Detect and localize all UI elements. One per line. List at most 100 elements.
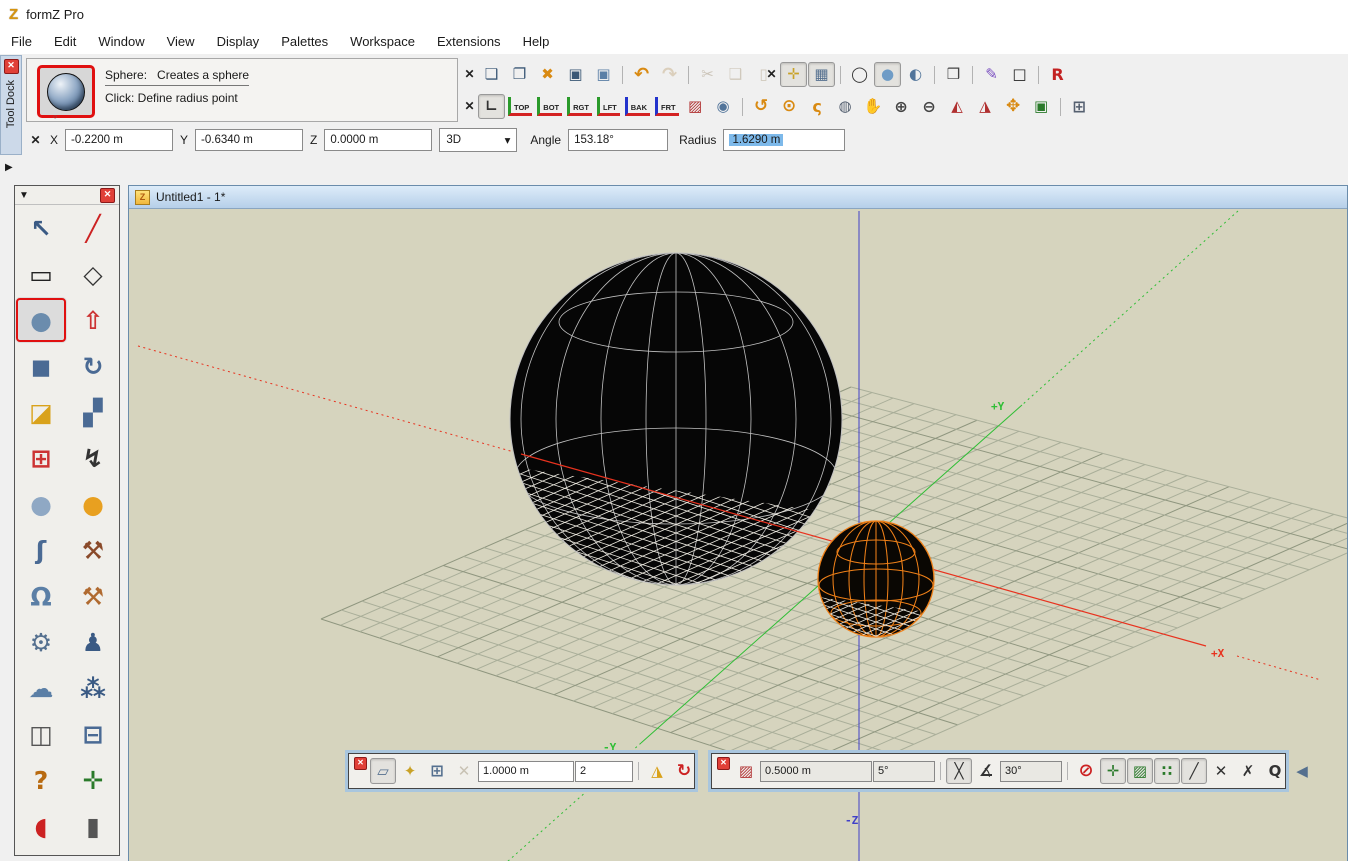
- spline-tool[interactable]: ʃ: [15, 527, 67, 573]
- dock-expand-icon[interactable]: ▶: [5, 162, 13, 173]
- rotation-snap-input[interactable]: 30°: [1000, 761, 1062, 782]
- wireframe-mode-icon[interactable]: ◯: [846, 62, 873, 87]
- pencil-style-icon[interactable]: ✎: [978, 62, 1005, 87]
- model-window-title-bar[interactable]: Z Untitled1 - 1*: [129, 186, 1347, 209]
- shaded-full-mode-icon[interactable]: ◐: [902, 62, 929, 87]
- close-reference-palette-button[interactable]: ✕: [354, 757, 367, 770]
- separate-blocks-tool[interactable]: ◫: [15, 711, 67, 757]
- view-bottom-button[interactable]: BOT: [537, 97, 562, 116]
- angle-measure-icon[interactable]: ∡: [973, 758, 999, 784]
- look-around-icon[interactable]: ⊙: [776, 94, 803, 119]
- draft-layout-icon[interactable]: ❒: [940, 62, 967, 87]
- close-view-toolbar-button[interactable]: ✕: [462, 99, 477, 114]
- align-blocks-tool[interactable]: ⊟: [67, 711, 119, 757]
- turntable-icon[interactable]: ◍: [832, 94, 859, 119]
- close-snap-palette-button[interactable]: ✕: [717, 757, 730, 770]
- snap-perpendicular-icon[interactable]: ✗: [1235, 758, 1261, 784]
- spiral-view-icon[interactable]: ς: [804, 94, 831, 119]
- extrude-tool[interactable]: ⇧: [67, 297, 119, 343]
- close-dock-button[interactable]: ✕: [4, 59, 19, 74]
- shaded-work-mode-icon[interactable]: ●: [874, 62, 901, 87]
- view-right-button[interactable]: RGT: [567, 97, 592, 116]
- active-sphere-tool-button[interactable]: [37, 65, 95, 118]
- snap-distance-input[interactable]: 0.5000 m: [760, 761, 872, 782]
- zoom-in-area-icon[interactable]: ◭: [944, 94, 971, 119]
- view-left-button[interactable]: LFT: [597, 97, 620, 116]
- sphere-tool[interactable]: ●: [15, 297, 67, 343]
- deform-curve-tool[interactable]: ⚒: [67, 527, 119, 573]
- pick-tool[interactable]: ↖: [15, 205, 67, 251]
- view-front-button[interactable]: FRT: [655, 97, 679, 116]
- cut-icon[interactable]: ✂: [694, 62, 721, 87]
- paint-bucket-tool[interactable]: ◖: [15, 803, 67, 849]
- open-recent-icon[interactable]: ❐: [506, 62, 533, 87]
- close-display-toolbar-button[interactable]: ✕: [764, 67, 779, 82]
- rotate-plane-icon[interactable]: ↻: [671, 758, 697, 784]
- menu-item-help[interactable]: Help: [512, 34, 561, 49]
- vector-line-tool[interactable]: ╱: [67, 205, 119, 251]
- save-as-icon[interactable]: ▣: [590, 62, 617, 87]
- cone-snap-icon[interactable]: ◮: [644, 758, 670, 784]
- snap-segment-icon[interactable]: ╱: [1181, 758, 1207, 784]
- hidden-line-icon[interactable]: □: [1006, 62, 1033, 87]
- zoom-frame-icon[interactable]: ▣: [1028, 94, 1055, 119]
- pan-hand-icon[interactable]: ✋: [860, 94, 887, 119]
- snap-tangent-icon[interactable]: Q: [1262, 758, 1288, 784]
- menu-item-window[interactable]: Window: [87, 34, 155, 49]
- snap-node-icon[interactable]: ╳: [946, 758, 972, 784]
- redo-icon[interactable]: ↷: [656, 62, 683, 87]
- revolve-tool[interactable]: ↻: [67, 343, 119, 389]
- menu-item-view[interactable]: View: [156, 34, 206, 49]
- menu-item-workspace[interactable]: Workspace: [339, 34, 426, 49]
- z-coordinate-input[interactable]: 0.0000 m: [324, 129, 432, 151]
- orbit-icon[interactable]: ↺: [748, 94, 775, 119]
- menu-item-display[interactable]: Display: [206, 34, 271, 49]
- close-project-icon[interactable]: ✖: [534, 62, 561, 87]
- lathe-vase-tool[interactable]: Ω: [15, 573, 67, 619]
- rectangle-tool[interactable]: ▭: [15, 251, 67, 297]
- menu-item-file[interactable]: File: [0, 34, 43, 49]
- snap-intersection-icon[interactable]: ✕: [1208, 758, 1234, 784]
- zoom-out-icon[interactable]: ⊖: [916, 94, 943, 119]
- radius-input[interactable]: 1.6290 m: [723, 129, 845, 151]
- open-project-icon[interactable]: ❏: [478, 62, 505, 87]
- person-scale-tool[interactable]: ♟: [67, 619, 119, 665]
- boolean-union-tool[interactable]: ☁: [15, 665, 67, 711]
- tool-option-dot[interactable]: ○: [53, 114, 57, 121]
- blob-tool[interactable]: ●: [67, 481, 119, 527]
- transform-axes-tool[interactable]: ✛: [67, 757, 119, 803]
- blade-icon[interactable]: ✕: [451, 758, 477, 784]
- tile-windows-icon[interactable]: ⊞: [1066, 94, 1093, 119]
- reference-plane-icon[interactable]: ✛: [780, 62, 807, 87]
- view-back-button[interactable]: BAK: [625, 97, 650, 116]
- axis-star-icon[interactable]: ✦: [397, 758, 423, 784]
- menu-item-extensions[interactable]: Extensions: [426, 34, 512, 49]
- copy-icon[interactable]: ❑: [722, 62, 749, 87]
- grid-size-input[interactable]: 1.0000 m: [478, 761, 574, 782]
- view-top-button[interactable]: TOP: [508, 97, 532, 116]
- snap-points-icon[interactable]: ∷: [1154, 758, 1180, 784]
- grid-count-input[interactable]: 2: [575, 761, 633, 782]
- grid-display-icon[interactable]: ▦: [808, 62, 835, 87]
- menu-item-edit[interactable]: Edit: [43, 34, 87, 49]
- dimension-mode-select[interactable]: 3D ▾: [439, 128, 517, 152]
- grid-plane-icon[interactable]: ▱: [370, 758, 396, 784]
- plane-projection-icon[interactable]: ▨: [682, 94, 709, 119]
- axonometric-view-icon[interactable]: ∟: [478, 94, 505, 119]
- renderzone-icon[interactable]: R: [1044, 62, 1071, 87]
- snap-angle-input[interactable]: 5°: [873, 761, 935, 782]
- undo-icon[interactable]: ↶: [628, 62, 655, 87]
- break-line-tool[interactable]: ↯: [67, 435, 119, 481]
- trash-delete-tool[interactable]: ▮: [67, 803, 119, 849]
- snap-guide-icon[interactable]: ▨: [1127, 758, 1153, 784]
- grid-window-icon[interactable]: ⊞: [424, 758, 450, 784]
- query-measure-tool[interactable]: ?: [15, 757, 67, 803]
- collapse-palette-icon[interactable]: ▼: [19, 190, 29, 201]
- zoom-out-area-icon[interactable]: ◮: [972, 94, 999, 119]
- x-coordinate-input[interactable]: -0.2200 m: [65, 129, 173, 151]
- mesh-tool[interactable]: ⊞: [15, 435, 67, 481]
- close-coordinate-bar-button[interactable]: ✕: [28, 133, 43, 148]
- mechanism-tool[interactable]: ⚙: [15, 619, 67, 665]
- cube-tool[interactable]: ◼: [15, 343, 67, 389]
- spin-model-icon[interactable]: ◉: [710, 94, 737, 119]
